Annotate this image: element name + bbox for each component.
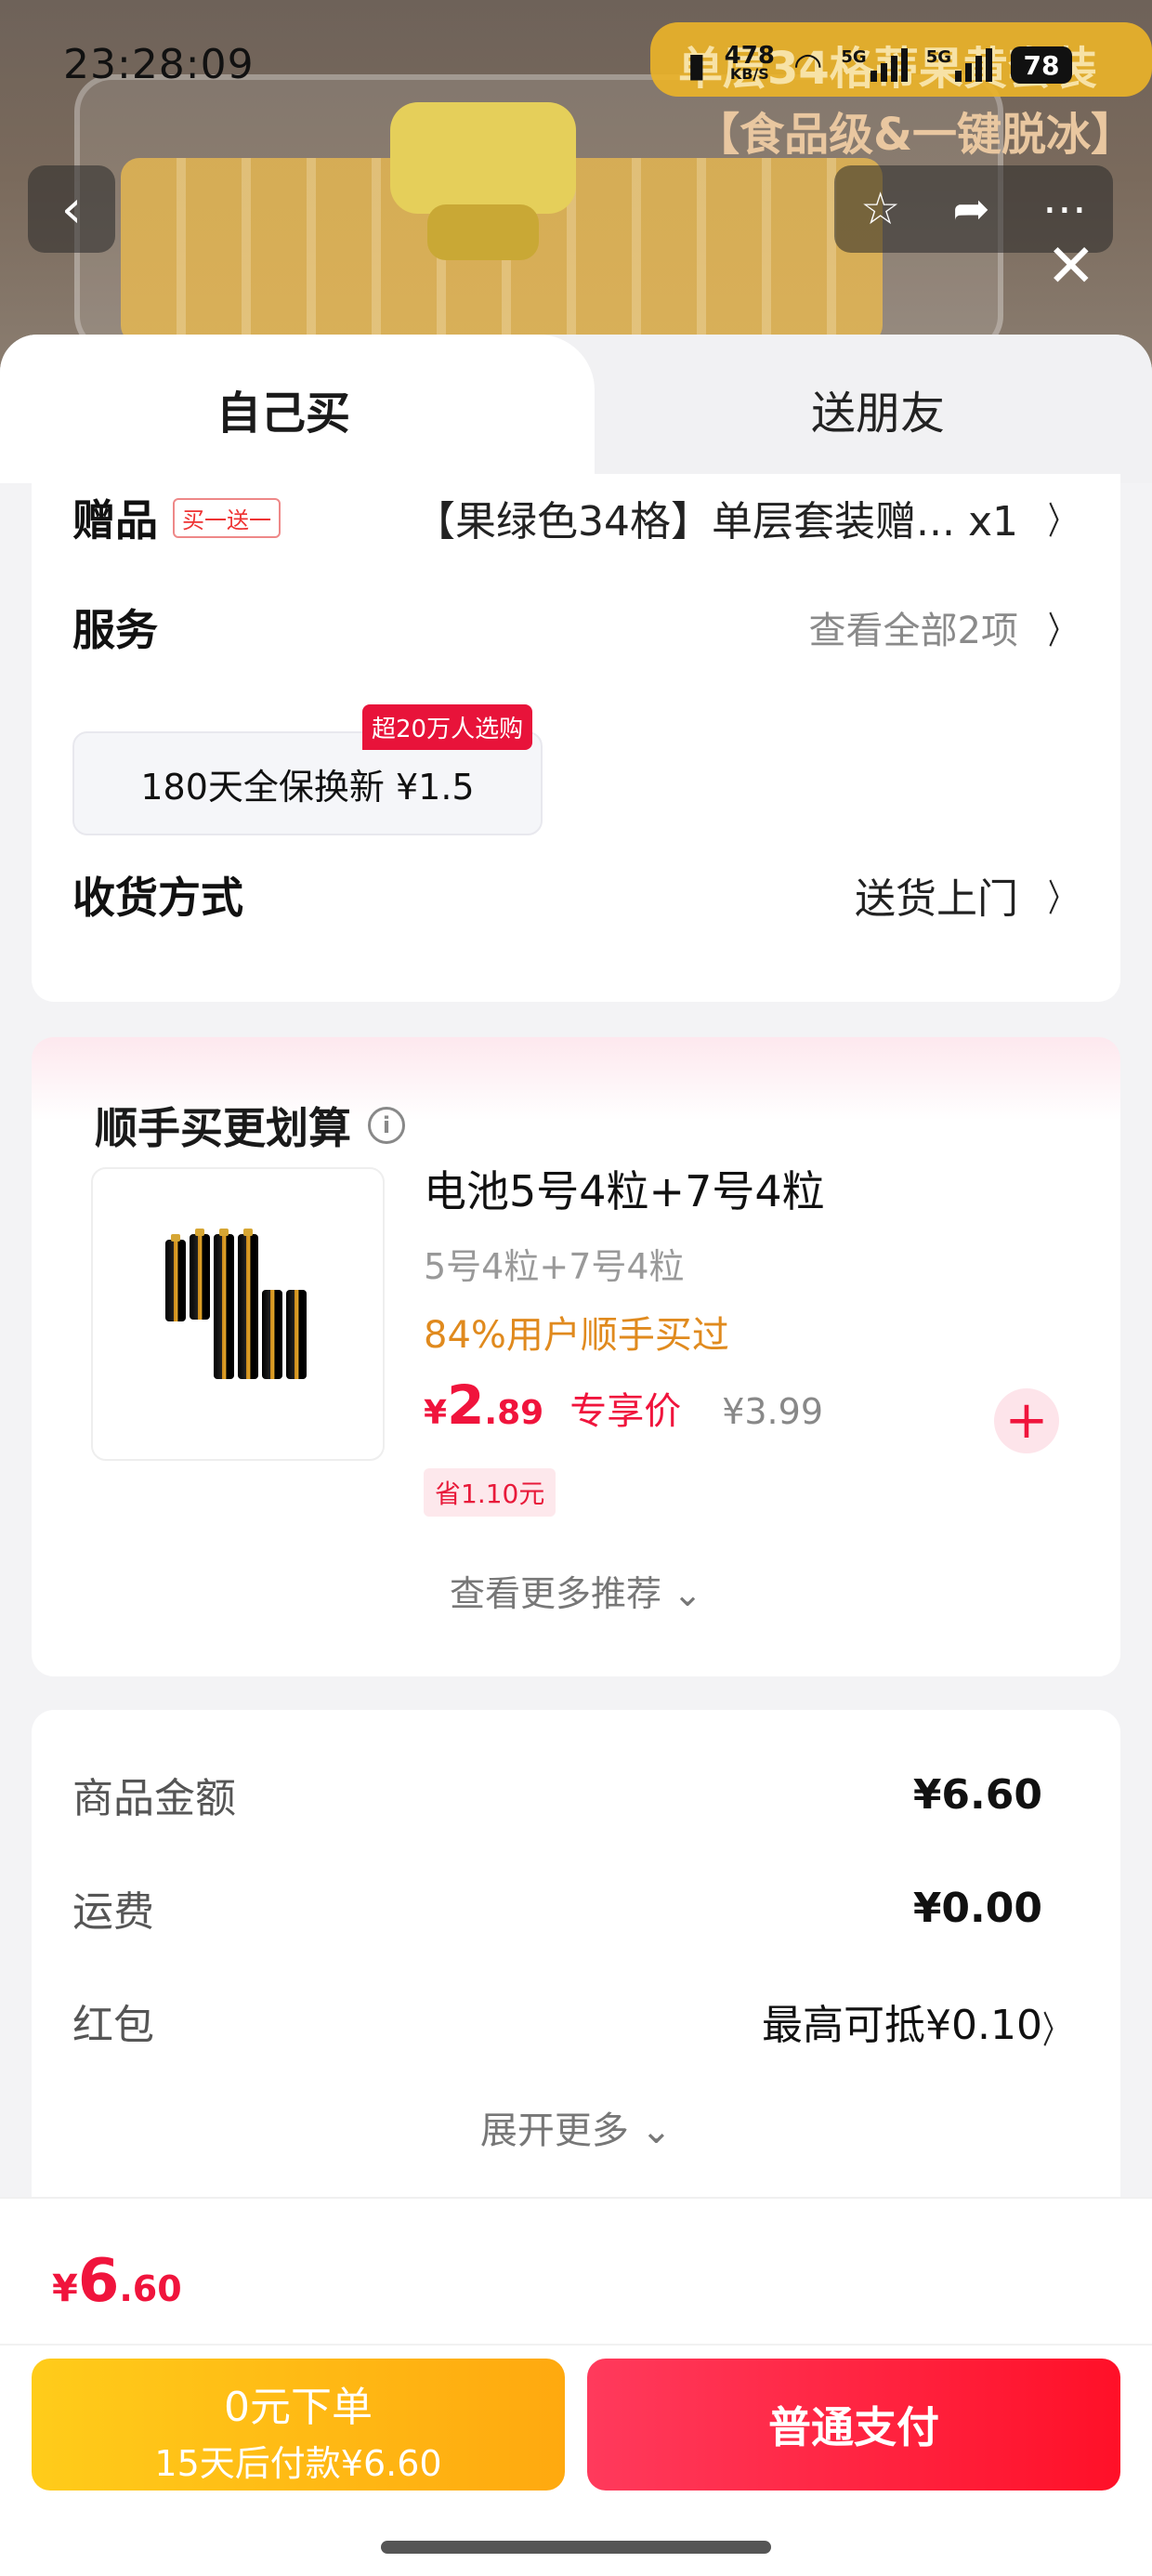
add-addon-button[interactable]: + [994, 1388, 1059, 1453]
addon-card: 顺手买更划算 i 电池5号4粒+7号4粒 5号4粒+7号4粒 84%用户顺手买过… [32, 1037, 1120, 1676]
wifi-icon: ◠ [792, 46, 823, 85]
plus-icon: + [1004, 1390, 1049, 1451]
gift-tag: 买一送一 [173, 497, 281, 538]
shipping-value: ¥0.00 [912, 1884, 1042, 1932]
status-bar: 23:28:09 ▮ 478 KB/S ◠ 5G 5G 78 [0, 37, 1152, 102]
addon-title: 顺手买更划算 i [95, 1095, 405, 1156]
shipping-row: 运费 ¥0.00 [72, 1875, 1042, 1940]
status-icons: ▮ 478 KB/S ◠ 5G 5G 78 [687, 37, 1072, 93]
addon-price: ¥ 2 .89 专享价 ¥3.99 [424, 1373, 823, 1437]
chevron-left-icon: ‹ [60, 178, 83, 240]
goods-amount-value: ¥6.60 [912, 1770, 1042, 1819]
exclusive-price-tag: 专享价 [569, 1390, 682, 1433]
tray-lid-shape [390, 102, 576, 214]
red-packet-value: 最高可抵¥0.10 [762, 2002, 1042, 2049]
order-options-card: 赠品 买一送一 【果绿色34格】单层套装赠... x1 〉 服务 查看全部2项〉 … [32, 474, 1120, 1002]
addon-product-name[interactable]: 电池5号4粒+7号4粒 [424, 1158, 825, 1219]
close-icon[interactable]: ✕ [1046, 237, 1096, 296]
chevron-right-icon: 〉 [1048, 610, 1074, 652]
gift-label: 赠品 [72, 495, 158, 545]
service-value: 查看全部2项〉 [809, 600, 1080, 654]
shipping-label: 运费 [72, 1888, 154, 1936]
promo-banner-line2: 【食品级&一键脱冰】 [695, 109, 1135, 161]
addon-product-spec: 5号4粒+7号4粒 [424, 1246, 685, 1287]
share-icon[interactable]: ➦ [952, 183, 989, 235]
more-icon[interactable]: ⋯ [1042, 183, 1087, 235]
vibrate-icon: ▮ [687, 46, 706, 85]
chevron-right-icon: 〉 [1048, 877, 1074, 920]
info-icon[interactable]: i [368, 1107, 405, 1144]
delivery-label: 收货方式 [72, 873, 243, 923]
divider [0, 2344, 1152, 2346]
back-button[interactable]: ‹ [28, 165, 115, 253]
bottom-action-bar: ¥ 6 .60 0元下单 15天后付款¥6.60 普通支付 [0, 2197, 1152, 2576]
tray-stem-shape [427, 204, 539, 260]
delivery-row[interactable]: 收货方式 送货上门〉 [72, 862, 1080, 927]
cell-signal-1-icon: 5G [841, 48, 908, 82]
pay-later-button[interactable]: 0元下单 15天后付款¥6.60 [32, 2359, 565, 2491]
goods-amount-label: 商品金额 [72, 1775, 236, 1822]
favorite-star-icon[interactable]: ☆ [860, 183, 900, 235]
service-row[interactable]: 服务 查看全部2项〉 [72, 595, 1080, 660]
pay-later-subtitle: 15天后付款¥6.60 [154, 2443, 442, 2484]
tab-send-friend[interactable]: 送朋友 [595, 335, 1152, 483]
service-popular-badge: 超20万人选购 [362, 704, 533, 750]
chevron-right-icon[interactable]: 〉 [1042, 2000, 1068, 2054]
gift-value: 【果绿色34格】单层套装赠... x1 〉 [414, 488, 1080, 547]
more-recommendations-link[interactable]: 查看更多推荐 ⌄ [32, 1565, 1120, 1616]
delivery-value: 送货上门〉 [855, 865, 1080, 925]
status-time: 23:28:09 [63, 41, 255, 88]
expand-more-link[interactable]: 展开更多 ⌄ [32, 2100, 1120, 2154]
original-price: ¥3.99 [722, 1391, 823, 1432]
red-packet-row[interactable]: 红包 最高可抵¥0.10 [72, 1989, 1042, 2054]
purchase-tabs: 送朋友 自己买 [0, 335, 1152, 483]
gift-row[interactable]: 赠品 买一送一 【果绿色34格】单层套装赠... x1 〉 [72, 485, 1080, 550]
battery-product-image[interactable] [91, 1167, 385, 1461]
goods-amount-row: 商品金额 ¥6.60 [72, 1762, 1042, 1827]
cell-signal-2-icon: 5G [926, 48, 992, 82]
red-packet-label: 红包 [72, 2002, 154, 2049]
pay-later-title: 0元下单 [224, 2384, 373, 2431]
service-label: 服务 [72, 605, 158, 655]
battery-icon: 78 [1011, 46, 1072, 84]
normal-pay-button[interactable]: 普通支付 [587, 2359, 1120, 2491]
total-price: ¥ 6 .60 [52, 2247, 182, 2316]
net-speed: 478 KB/S [724, 42, 775, 83]
addon-hot-text: 84%用户顺手买过 [424, 1314, 729, 1357]
chevron-right-icon: 〉 [1048, 500, 1074, 543]
save-badge: 省1.10元 [424, 1468, 556, 1517]
home-indicator [381, 2541, 771, 2554]
tab-buy-self[interactable]: 自己买 [0, 335, 595, 483]
